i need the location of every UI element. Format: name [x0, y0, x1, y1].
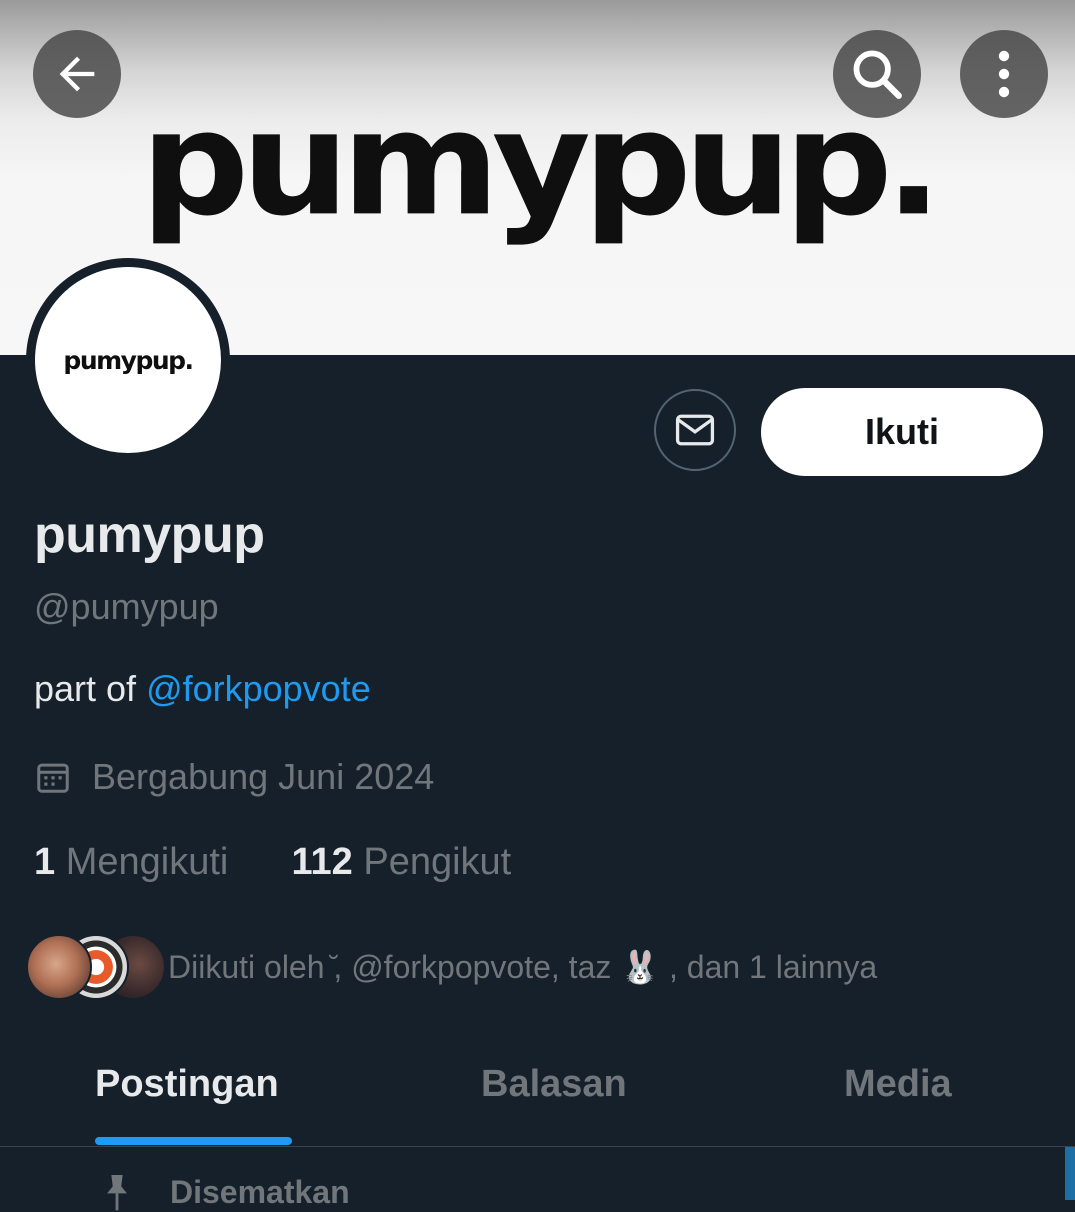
- tab-balasan[interactable]: Balasan: [481, 1063, 627, 1106]
- avatar-logo-text: pumypup.: [63, 345, 194, 375]
- followers-label: Pengikut: [363, 841, 512, 883]
- calendar-icon: [37, 763, 69, 793]
- profile-bio: part of @forkpopvote: [34, 668, 371, 710]
- profile-handle: @pumypup: [34, 586, 219, 627]
- tabs-divider: [0, 1146, 1075, 1147]
- tab-media[interactable]: Media: [844, 1063, 952, 1106]
- profile-tabs: Postingan Balasan Media: [0, 1055, 1075, 1147]
- tab-postingan[interactable]: Postingan: [95, 1063, 279, 1106]
- profile-name: pumypup: [34, 506, 265, 564]
- following-label: Mengikuti: [65, 841, 229, 883]
- follow-button[interactable]: Ikuti: [761, 388, 1043, 476]
- banner-logo-text: pumypup.: [140, 79, 942, 248]
- pinned-label: Disematkan: [100, 1172, 350, 1212]
- search-button[interactable]: [833, 30, 921, 118]
- scrollbar[interactable]: [1065, 1147, 1075, 1200]
- pin-icon: [107, 1175, 127, 1211]
- arrow-left-icon: [59, 56, 95, 92]
- back-button[interactable]: [33, 30, 121, 118]
- more-vertical-icon: [998, 50, 1010, 98]
- search-icon: [853, 50, 902, 99]
- pinned-text: Disematkan: [170, 1173, 350, 1210]
- bio-text: part of: [34, 668, 147, 709]
- more-options-button[interactable]: [960, 30, 1048, 118]
- following-link[interactable]: 1 Mengikuti: [34, 841, 228, 883]
- message-button[interactable]: [654, 389, 736, 471]
- mail-icon: [675, 414, 715, 446]
- bio-mention-link[interactable]: @forkpopvote: [146, 668, 371, 709]
- followers-count: 112: [291, 841, 353, 883]
- following-count: 1: [34, 841, 56, 883]
- join-date-text: Bergabung Juni 2024: [92, 756, 435, 797]
- followers-link[interactable]: 112 Pengikut: [291, 841, 511, 883]
- follow-counts: 1 Mengikuti 112 Pengikut: [34, 841, 511, 884]
- follower-avatar: [26, 934, 92, 1000]
- followed-by-text: Diikuti oleh ̆, @forkpopvote, taz 🐰 , da…: [168, 949, 878, 985]
- active-tab-indicator: [95, 1137, 292, 1145]
- join-date: Bergabung Juni 2024: [34, 756, 434, 798]
- profile-avatar[interactable]: pumypup.: [26, 258, 230, 462]
